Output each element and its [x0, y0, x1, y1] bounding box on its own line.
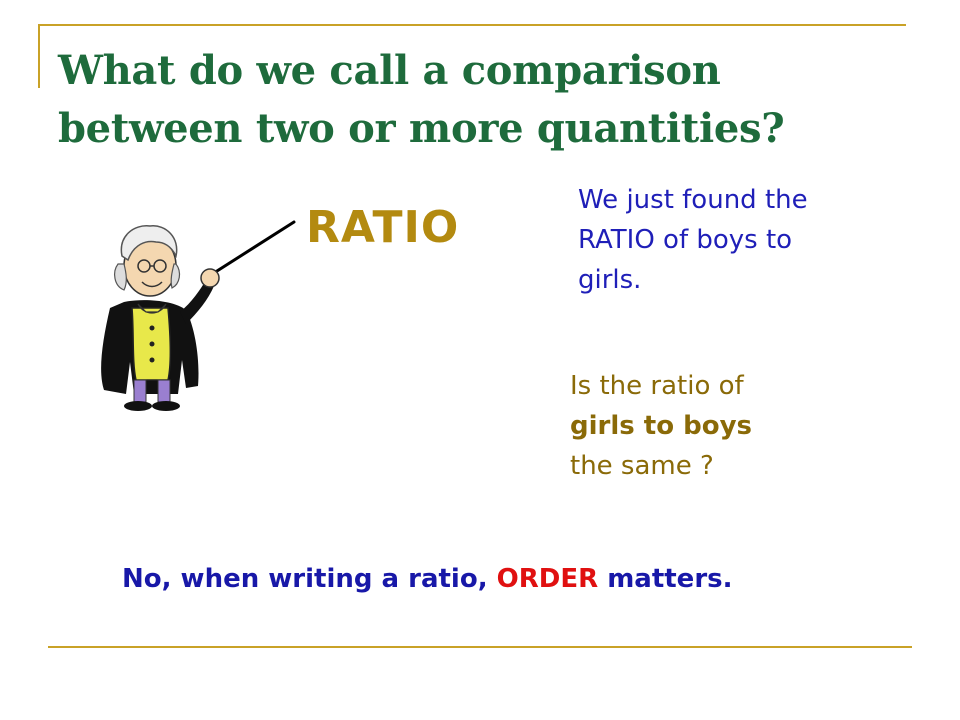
note-line: RATIO of boys to	[578, 225, 793, 255]
answer-part: matters.	[598, 564, 733, 594]
question-line: the same ?	[570, 451, 714, 481]
bottom-rule	[48, 646, 912, 648]
question-line: Is the ratio of	[570, 371, 744, 401]
note-line: We just found the	[578, 185, 808, 215]
order-emphasis: ORDER	[496, 564, 599, 594]
boys-to-girls-note: We just found the RATIO of boys to girls…	[578, 180, 878, 300]
pointing-man-illustration	[101, 220, 296, 411]
girls-to-boys-question: Is the ratio of girls to boys the same ?	[570, 366, 830, 486]
note-line: girls.	[578, 265, 642, 295]
ratio-heading: RATIO	[306, 202, 460, 253]
left-rule	[38, 24, 40, 88]
question-line-emphasis: girls to boys	[570, 411, 753, 441]
slide-title: What do we call a comparison between two…	[58, 47, 785, 152]
top-rule	[38, 24, 906, 26]
answer-part: No, when writing a ratio,	[122, 564, 497, 594]
answer-statement: No, when writing a ratio, ORDER matters.	[122, 562, 882, 596]
